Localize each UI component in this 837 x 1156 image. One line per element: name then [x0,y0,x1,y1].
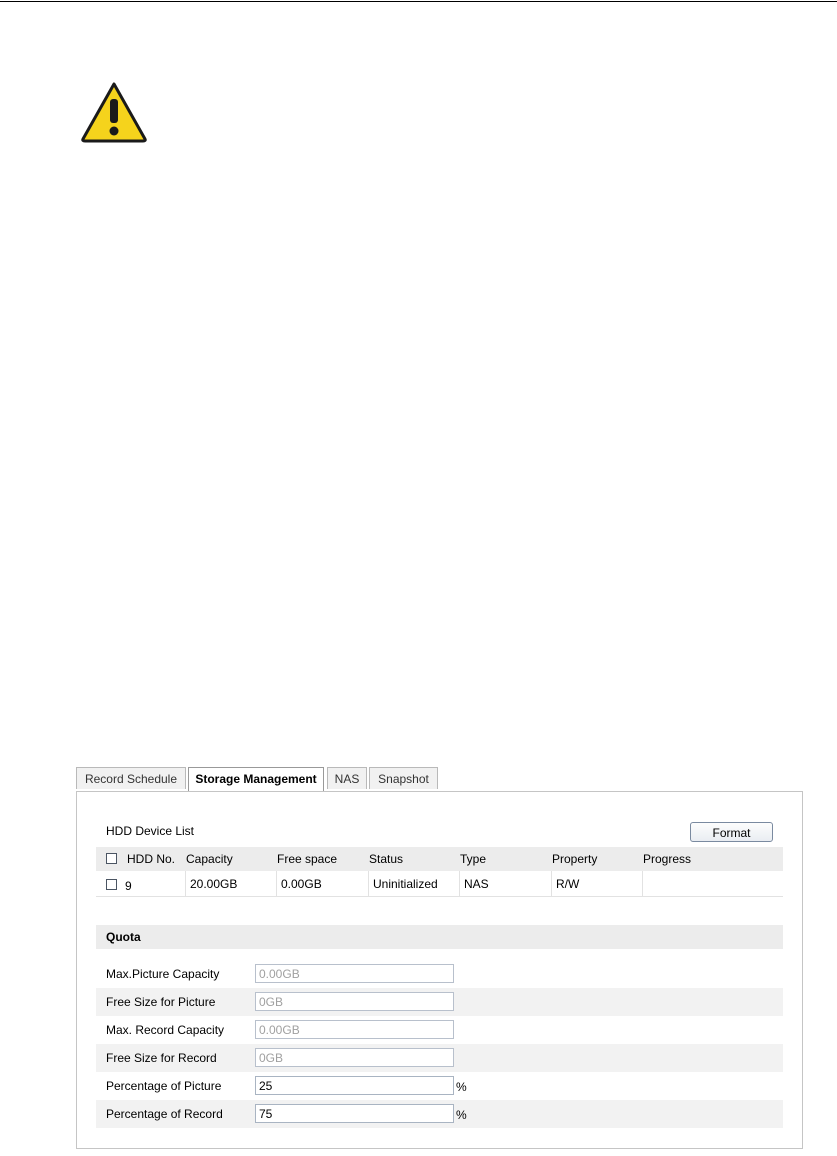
max-record-capacity-input [255,1020,454,1039]
col-capacity: Capacity [186,852,233,866]
quota-row-free-size-picture: Free Size for Picture [96,988,783,1016]
table-row[interactable]: 9 20.00GB 0.00GB Uninitialized NAS R/W [96,871,783,897]
percentage-picture-input[interactable] [255,1076,454,1095]
hdd-no-cell: 9 [125,879,132,893]
percentage-picture-unit: % [456,1080,467,1094]
tab-snapshot[interactable]: Snapshot [369,767,438,789]
quota-row-percentage-picture: Percentage of Picture % [96,1072,783,1100]
free-size-picture-input [255,992,454,1011]
free-size-picture-label: Free Size for Picture [106,995,216,1009]
tab-record-schedule[interactable]: Record Schedule [76,767,186,789]
free-size-record-input [255,1048,454,1067]
manual-page: Record Schedule Storage Management NAS S… [0,0,837,1156]
col-hdd-no: HDD No. [127,852,176,866]
hdd-table-header: HDD No. Capacity Free space Status Type … [96,847,783,871]
type-cell: NAS [459,871,551,896]
progress-cell [642,871,783,896]
hdd-row-checkbox[interactable] [106,879,117,890]
col-type: Type [460,852,487,866]
col-property: Property [552,852,598,866]
tab-storage-management[interactable]: Storage Management [188,767,324,792]
quota-header: Quota [96,925,783,949]
max-picture-capacity-label: Max.Picture Capacity [106,967,220,981]
hdd-list-title: HDD Device List [106,824,195,838]
quota-row-max-picture-capacity: Max.Picture Capacity [96,960,783,988]
quota-row-percentage-record: Percentage of Record % [96,1100,783,1128]
format-button[interactable]: Format [690,822,773,842]
storage-management-panel: HDD Device List Format HDD No. Capacity … [76,791,803,1149]
percentage-record-label: Percentage of Record [106,1107,223,1121]
col-status: Status [369,852,404,866]
hdd-list-header: HDD Device List Format [96,819,783,843]
select-all-checkbox[interactable] [106,853,117,864]
quota-row-max-record-capacity: Max. Record Capacity [96,1016,783,1044]
status-cell: Uninitialized [368,871,459,896]
free-space-cell: 0.00GB [276,871,368,896]
tab-nas[interactable]: NAS [327,767,367,789]
quota-title: Quota [106,930,141,944]
percentage-record-input[interactable] [255,1104,454,1123]
quota-row-free-size-record: Free Size for Record [96,1044,783,1072]
col-progress: Progress [643,852,692,866]
col-free-space: Free space [277,852,338,866]
max-picture-capacity-input [255,964,454,983]
percentage-record-unit: % [456,1108,467,1122]
warning-triangle-icon [81,82,147,143]
property-cell: R/W [551,871,642,896]
max-record-capacity-label: Max. Record Capacity [106,1023,225,1037]
header-rule [0,1,837,2]
free-size-record-label: Free Size for Record [106,1051,217,1065]
percentage-picture-label: Percentage of Picture [106,1079,222,1093]
capacity-cell: 20.00GB [185,871,276,896]
